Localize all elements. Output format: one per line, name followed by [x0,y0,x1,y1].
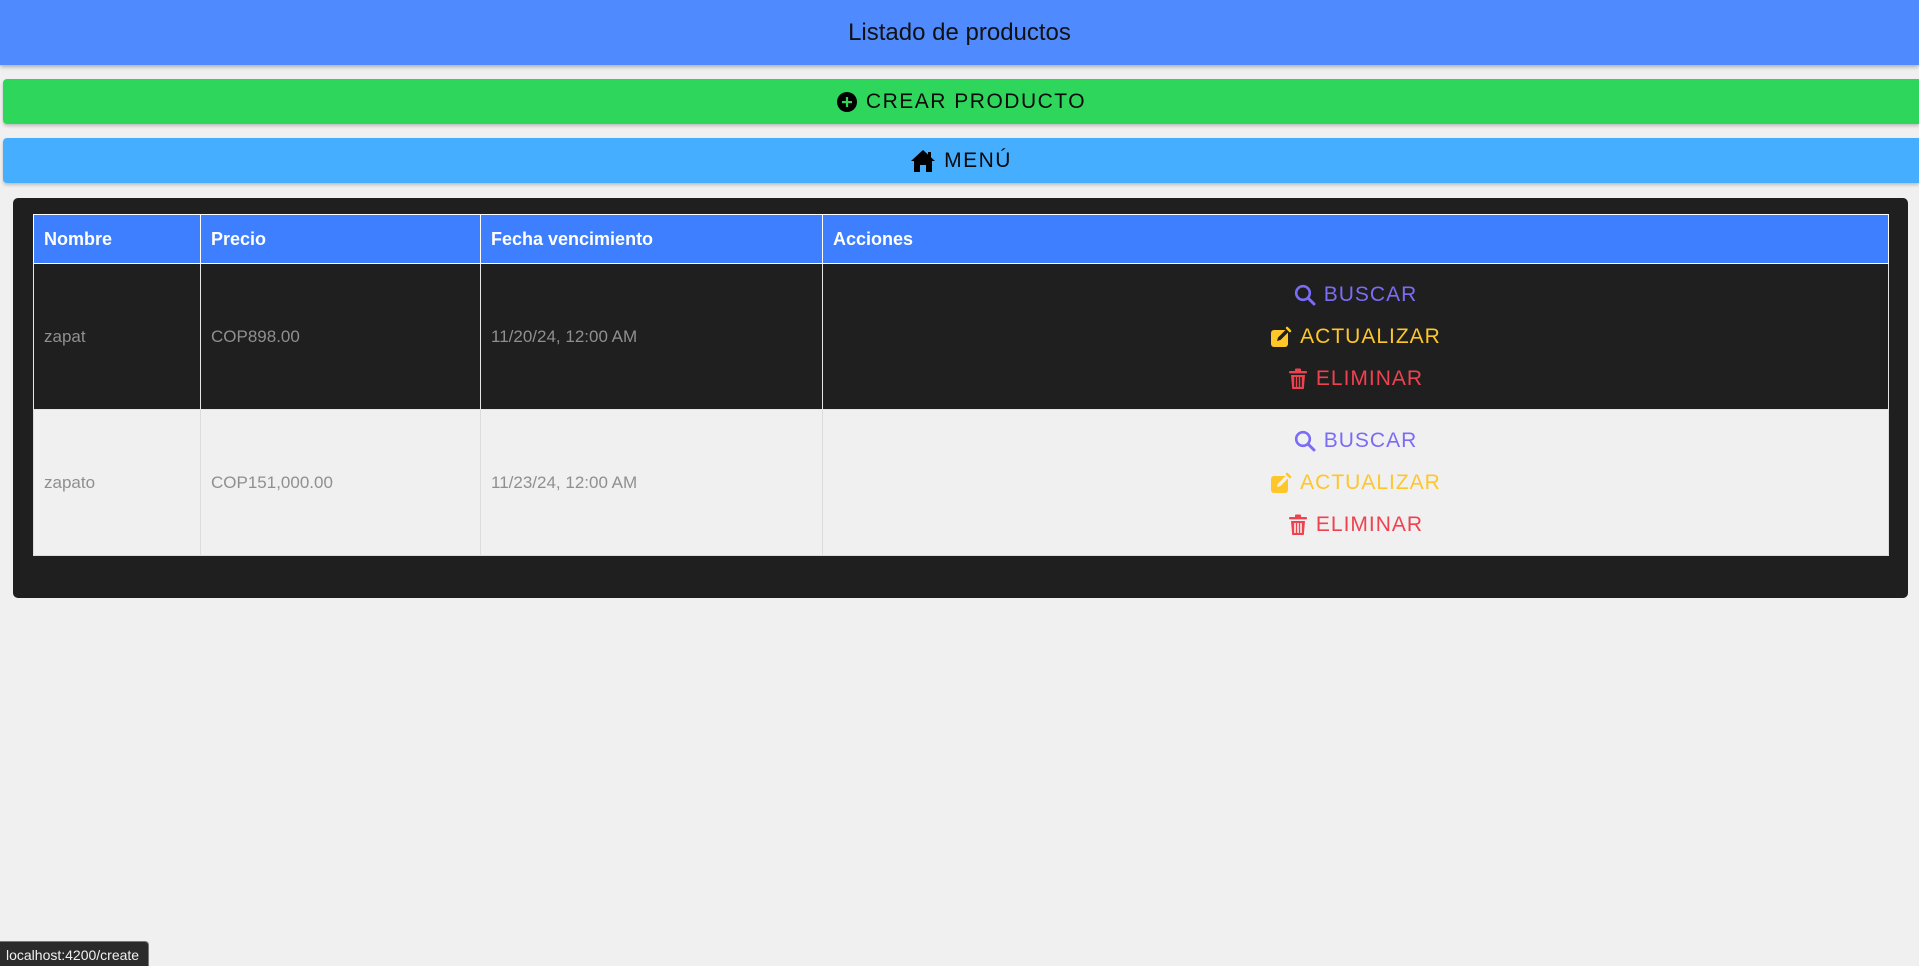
trash-icon [1288,514,1307,535]
cell-acciones: BUSCAR ACTUALIZAR ELIMINAR [822,409,1889,556]
delete-button[interactable]: ELIMINAR [833,358,1878,400]
delete-button[interactable]: ELIMINAR [833,504,1878,546]
trash-icon [1288,368,1307,389]
cell-nombre: zapat [33,263,201,410]
search-label: BUSCAR [1323,282,1418,306]
update-label: ACTUALIZAR [1300,470,1441,494]
app-header: Listado de productos [0,0,1919,65]
update-label: ACTUALIZAR [1300,324,1441,348]
search-button[interactable]: BUSCAR [833,420,1878,462]
page-title: Listado de productos [848,18,1071,46]
create-product-label: CREAR PRODUCTO [865,89,1087,113]
menu-button[interactable]: MENÚ [3,138,1919,183]
column-header-fecha: Fecha vencimiento [480,214,823,264]
edit-icon [1271,326,1292,347]
edit-icon [1271,472,1292,493]
search-icon [1294,430,1316,451]
plus-circle-icon [836,91,858,113]
table-header-row: Nombre Precio Fecha vencimiento Acciones [33,214,1889,264]
cell-precio: COP898.00 [200,263,481,410]
cell-nombre: zapato [33,409,201,556]
table-row: zapat COP898.00 11/20/24, 12:00 AM BUSCA… [33,263,1889,410]
status-bar-url: localhost:4200/create [0,942,149,966]
column-header-nombre: Nombre [33,214,201,264]
cell-precio: COP151,000.00 [200,409,481,556]
cell-fecha: 11/20/24, 12:00 AM [480,263,823,410]
delete-label: ELIMINAR [1315,512,1424,536]
products-panel: Nombre Precio Fecha vencimiento Acciones… [13,198,1908,598]
menu-label: MENÚ [944,148,1012,172]
cell-fecha: 11/23/24, 12:00 AM [480,409,823,556]
create-product-button[interactable]: CREAR PRODUCTO [3,79,1919,124]
delete-label: ELIMINAR [1315,366,1424,390]
products-table: Nombre Precio Fecha vencimiento Acciones… [33,214,1889,556]
search-button[interactable]: BUSCAR [833,274,1878,316]
home-icon [910,149,936,173]
cell-acciones: BUSCAR ACTUALIZAR ELIMINAR [822,263,1889,410]
table-row: zapato COP151,000.00 11/23/24, 12:00 AM … [33,409,1889,556]
search-icon [1294,284,1316,305]
column-header-acciones: Acciones [822,214,1889,264]
column-header-precio: Precio [200,214,481,264]
update-button[interactable]: ACTUALIZAR [833,462,1878,504]
update-button[interactable]: ACTUALIZAR [833,316,1878,358]
search-label: BUSCAR [1323,428,1418,452]
